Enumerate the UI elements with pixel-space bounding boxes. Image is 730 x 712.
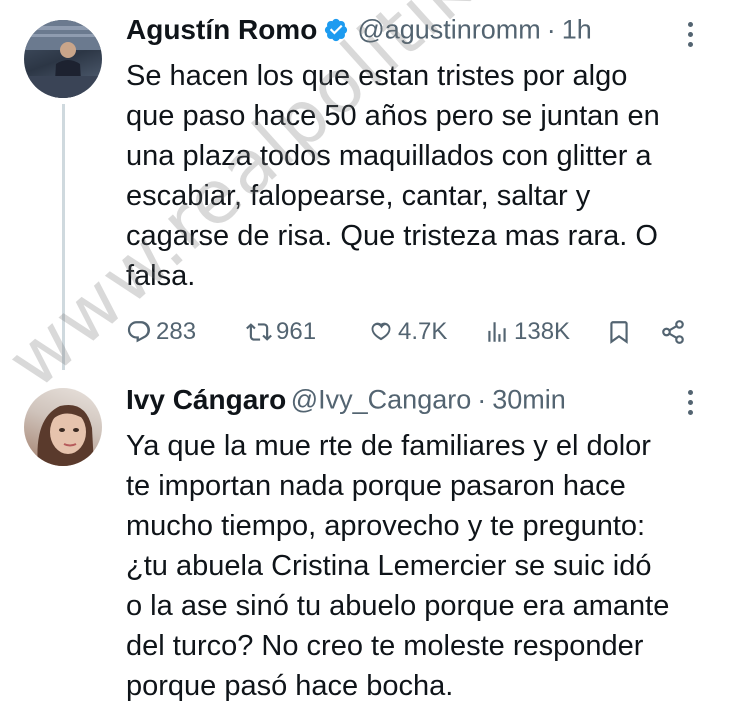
like-icon xyxy=(371,322,391,341)
reply-icon xyxy=(127,321,150,343)
tweet[interactable]: Agustín Romo @agustinromm · 1h Se hacen lo… xyxy=(0,0,730,372)
tweet-header: Agustín Romo @agustinromm · 1h xyxy=(126,14,670,50)
retweet-icon xyxy=(246,323,272,341)
avatar[interactable] xyxy=(24,388,102,466)
separator-dot: · xyxy=(546,14,556,45)
more-options-icon[interactable] xyxy=(688,22,694,52)
avatar-photo xyxy=(24,20,102,98)
bookmark-button[interactable] xyxy=(606,312,636,352)
separator-dot: · xyxy=(477,384,487,415)
views-icon xyxy=(488,322,506,342)
retweet-button[interactable]: 961 xyxy=(246,312,316,352)
author-name[interactable]: Ivy Cángaro xyxy=(126,384,286,415)
thread-line xyxy=(62,104,65,370)
more-options-icon[interactable] xyxy=(688,390,694,420)
bookmark-icon xyxy=(610,321,628,344)
tweet-header: Ivy Cángaro @Ivy_Cangaro · 30min xyxy=(126,384,670,420)
timestamp[interactable]: 30min xyxy=(492,385,566,415)
like-button[interactable]: 4.7K xyxy=(368,312,447,352)
share-button[interactable] xyxy=(660,312,690,352)
tweet[interactable]: Ivy Cángaro @Ivy_Cangaro · 30min Ya que la… xyxy=(0,372,730,712)
verified-badge-icon xyxy=(325,18,348,42)
views-count: 138K xyxy=(514,318,571,345)
action-bar: 283 961 4.7K 138K xyxy=(126,312,696,352)
timestamp[interactable]: 1h xyxy=(562,15,592,45)
reply-button[interactable]: 283 xyxy=(126,312,196,352)
retweet-count: 961 xyxy=(276,318,317,345)
views-button[interactable]: 138K xyxy=(484,312,570,352)
share-icon xyxy=(662,320,684,344)
author-handle[interactable]: @Ivy_Cangaro xyxy=(291,385,472,415)
avatar-photo xyxy=(37,404,94,466)
author-name[interactable]: Agustín Romo xyxy=(126,14,317,45)
reply-count: 283 xyxy=(156,318,197,345)
avatar[interactable] xyxy=(24,20,102,98)
tweet-text: Ya que la mue rte de familiares y el dol… xyxy=(126,430,670,702)
like-count: 4.7K xyxy=(398,318,448,345)
tweet-text: Se hacen los que estan tristes por algo … xyxy=(126,60,660,292)
author-handle[interactable]: @agustinromm xyxy=(357,15,540,45)
